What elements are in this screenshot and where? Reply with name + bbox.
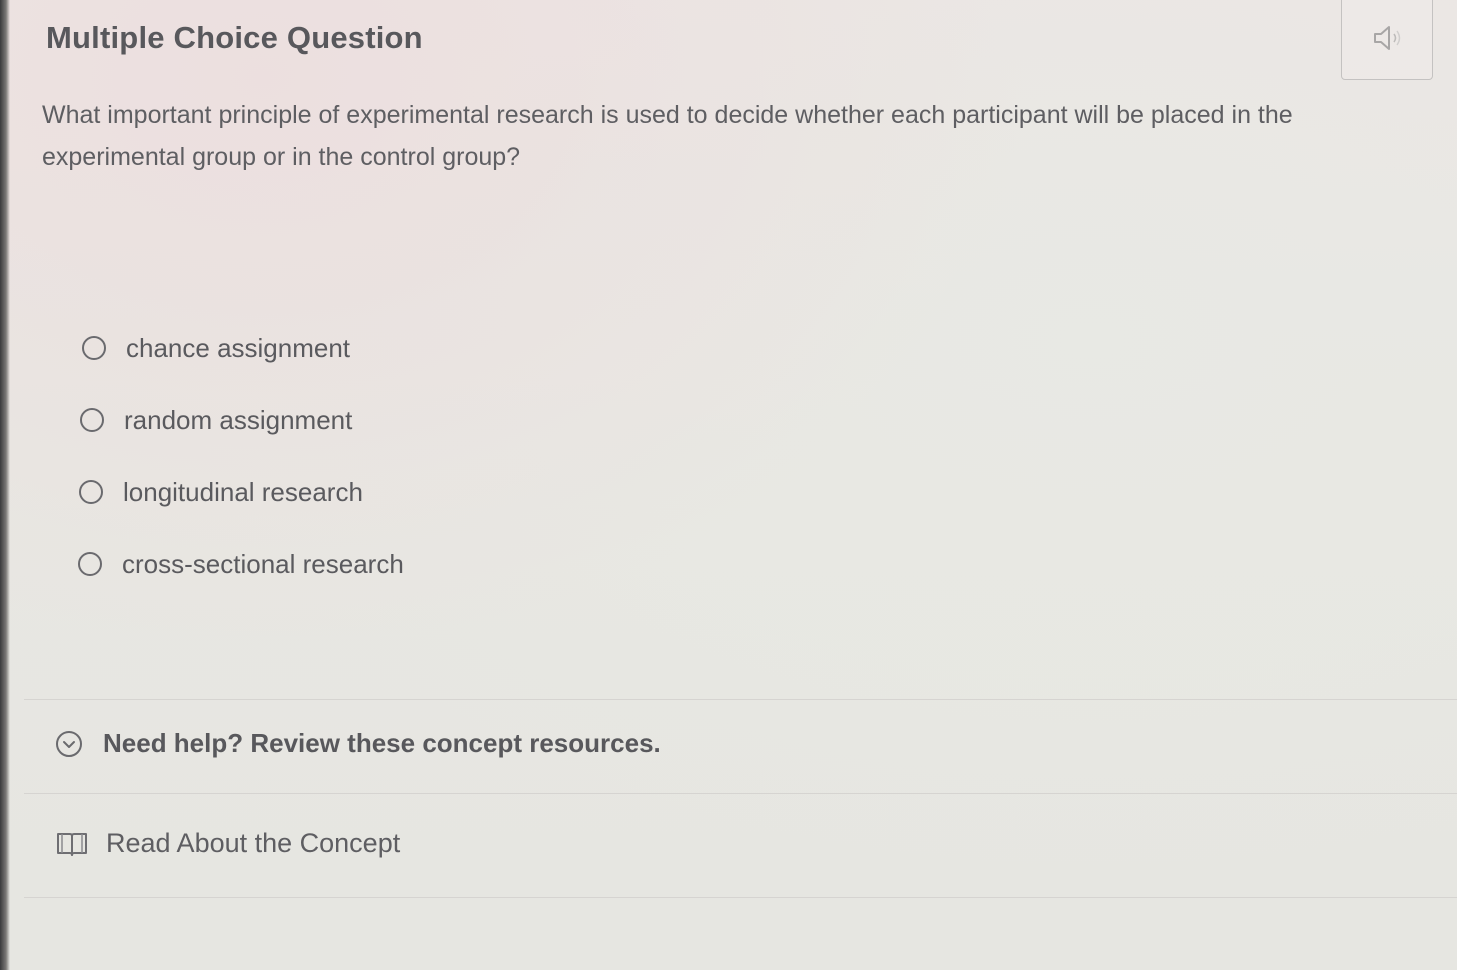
option-label: cross-sectional research — [122, 548, 404, 579]
option-longitudinal-research[interactable]: longitudinal research — [79, 456, 404, 528]
question-text: What important principle of experimental… — [42, 101, 1293, 171]
radio-button[interactable] — [79, 480, 103, 504]
radio-button[interactable] — [80, 408, 104, 432]
concept-resources-label: Need help? Review these concept resource… — [103, 728, 661, 758]
chevron-down-circle-icon — [56, 730, 82, 757]
option-label: longitudinal research — [123, 476, 363, 507]
option-label: chance assignment — [126, 332, 351, 363]
divider-middle — [24, 793, 1457, 794]
audio-button[interactable] — [1341, 0, 1433, 80]
option-random-assignment[interactable]: random assignment — [80, 384, 404, 456]
speaker-icon — [1374, 26, 1401, 50]
read-about-concept-label: Read About the Concept — [106, 828, 401, 858]
answer-options: chance assignment random assignment long… — [78, 312, 404, 600]
read-about-concept-link[interactable]: Read About the Concept — [56, 828, 400, 859]
book-icon — [57, 832, 87, 856]
divider-top — [24, 699, 1457, 700]
option-chance-assignment[interactable]: chance assignment — [82, 312, 404, 384]
option-label: random assignment — [124, 404, 353, 435]
divider-bottom — [24, 897, 1457, 898]
window-edge — [0, 0, 10, 970]
concept-resources-toggle[interactable]: Need help? Review these concept resource… — [55, 728, 661, 759]
radio-button[interactable] — [82, 336, 106, 360]
page-title: Multiple Choice Question — [46, 20, 423, 55]
radio-button[interactable] — [78, 552, 102, 576]
option-cross-sectional-research[interactable]: cross-sectional research — [78, 528, 404, 600]
